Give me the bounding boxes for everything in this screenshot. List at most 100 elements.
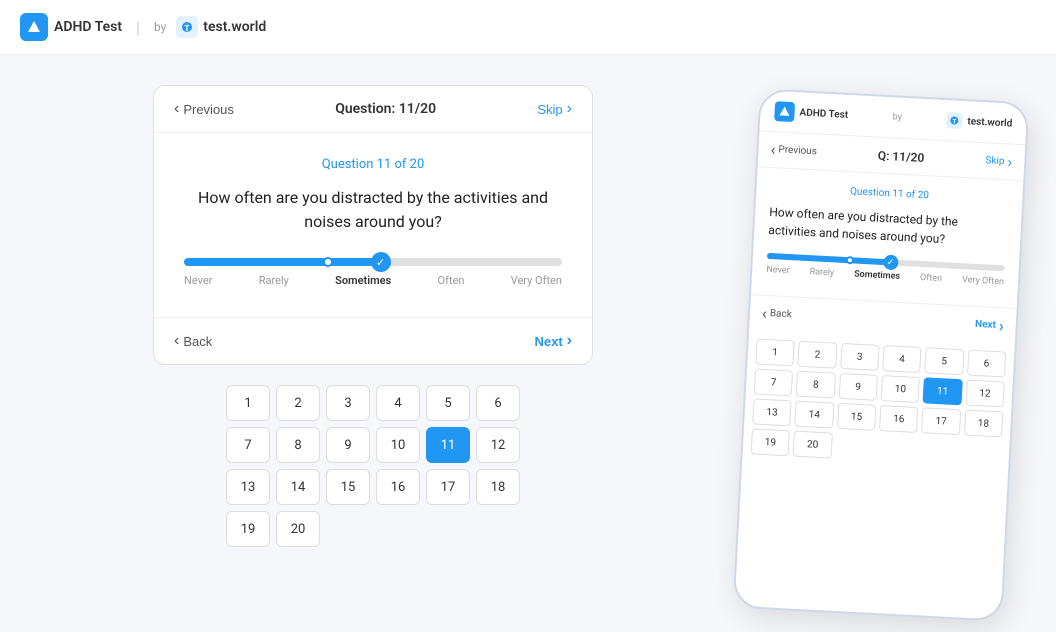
phone-slider-fill — [767, 253, 891, 265]
slider-dot — [323, 257, 333, 267]
phone-slider-very-often: Very Often — [962, 275, 1004, 287]
header-brand-name: test.world — [203, 19, 266, 35]
phone-back-button[interactable]: Back — [762, 304, 793, 325]
phone-number-cell-10[interactable]: 10 — [881, 375, 921, 403]
number-cell-17[interactable]: 17 — [426, 469, 470, 505]
phone-next-chevron-icon — [998, 316, 1004, 335]
phone-back-label: Back — [770, 308, 793, 320]
header-brand: T test.world — [176, 16, 266, 38]
phone-number-cell-12[interactable]: 12 — [965, 380, 1005, 408]
slider-fill — [184, 258, 381, 266]
slider-track[interactable]: ✓ — [184, 258, 562, 266]
number-cell-15[interactable]: 15 — [326, 469, 370, 505]
phone-slider-often: Often — [920, 273, 943, 284]
slider-label-often: Often — [438, 274, 465, 287]
phone-number-cell-6[interactable]: 6 — [967, 350, 1007, 378]
back-label: Back — [183, 334, 212, 349]
number-cell-10[interactable]: 10 — [376, 427, 420, 463]
phone-question-counter: Q: 11/20 — [878, 148, 925, 164]
phone-number-cell-15[interactable]: 15 — [837, 403, 877, 431]
header-divider: | — [136, 18, 140, 37]
slider-label-never: Never — [184, 274, 212, 287]
number-cell-7[interactable]: 7 — [226, 427, 270, 463]
phone-logo-icon — [774, 101, 795, 122]
phone-number-cell-4[interactable]: 4 — [882, 345, 922, 373]
number-cell-16[interactable]: 16 — [376, 469, 420, 505]
quiz-card-header: Previous Question: 11/20 Skip — [154, 86, 592, 133]
header: ADHD Test | by T test.world — [0, 0, 1056, 55]
phone-next-label: Next — [975, 319, 996, 331]
svg-text:T: T — [952, 118, 956, 125]
phone-brand-logo-icon: T — [946, 112, 963, 129]
previous-label: Previous — [183, 102, 234, 117]
phone-number-cell-8[interactable]: 8 — [796, 371, 836, 399]
number-cell-8[interactable]: 8 — [276, 427, 320, 463]
next-button[interactable]: Next — [534, 332, 572, 350]
number-cell-6[interactable]: 6 — [476, 385, 520, 421]
number-cell-3[interactable]: 3 — [326, 385, 370, 421]
phone-number-cell-20[interactable]: 20 — [793, 431, 833, 459]
phone-previous-button[interactable]: Previous — [770, 140, 817, 161]
phone-skip-chevron-icon — [1007, 152, 1013, 171]
phone-slider-check-icon: ✓ — [883, 254, 899, 270]
phone-prev-chevron-icon — [770, 140, 776, 159]
number-cell-19[interactable]: 19 — [226, 511, 270, 547]
phone-by-label: by — [892, 112, 902, 122]
quiz-card-body: Question 11 of 20 How often are you dist… — [154, 133, 592, 317]
number-cell-14[interactable]: 14 — [276, 469, 320, 505]
number-cell-18[interactable]: 18 — [476, 469, 520, 505]
phone-slider-never: Never — [766, 265, 790, 276]
number-cell-11[interactable]: 11 — [426, 427, 470, 463]
phone-number-cell-11[interactable]: 11 — [923, 377, 963, 405]
phone-number-cell-5[interactable]: 5 — [924, 347, 964, 375]
main-content: Previous Question: 11/20 Skip Question 1… — [0, 55, 1056, 632]
number-cell-4[interactable]: 4 — [376, 385, 420, 421]
back-chevron-left-icon — [174, 332, 179, 350]
phone-number-cell-1[interactable]: 1 — [755, 338, 795, 366]
phone-body: Question 11 of 20 How often are you dist… — [751, 167, 1023, 308]
phone-question-text: How often are you distracted by the acti… — [768, 203, 1008, 251]
number-cell-2[interactable]: 2 — [276, 385, 320, 421]
adhd-logo-icon — [20, 13, 48, 41]
svg-text:T: T — [185, 24, 190, 33]
back-button[interactable]: Back — [174, 332, 212, 350]
number-cell-9[interactable]: 9 — [326, 427, 370, 463]
skip-button[interactable]: Skip — [537, 100, 572, 118]
phone-number-cell-19[interactable]: 19 — [751, 428, 791, 456]
number-cell-1[interactable]: 1 — [226, 385, 270, 421]
number-cell-13[interactable]: 13 — [226, 469, 270, 505]
phone-brand-name: test.world — [967, 116, 1012, 129]
number-cell-20[interactable]: 20 — [276, 511, 320, 547]
number-cell-12[interactable]: 12 — [476, 427, 520, 463]
phone-number-cell-3[interactable]: 3 — [840, 343, 880, 371]
phone-number-cell-13[interactable]: 13 — [752, 398, 792, 426]
phone-number-cell-9[interactable]: 9 — [838, 373, 878, 401]
number-grid: 1234567891011121314151617181920 — [226, 385, 520, 547]
phone-skip-button[interactable]: Skip — [985, 151, 1013, 171]
phone-number-cell-14[interactable]: 14 — [794, 401, 834, 429]
slider-check-icon: ✓ — [371, 252, 391, 272]
next-chevron-right-icon — [567, 332, 572, 350]
phone-number-cell-17[interactable]: 17 — [921, 407, 961, 435]
phone-number-cell-2[interactable]: 2 — [798, 341, 838, 369]
phone-number-cell-18[interactable]: 18 — [964, 409, 1004, 437]
number-cell-5[interactable]: 5 — [426, 385, 470, 421]
phone-slider-sometimes: Sometimes — [854, 269, 900, 281]
phone-skip-label: Skip — [985, 155, 1005, 167]
phone-next-button[interactable]: Next — [975, 315, 1005, 335]
phone-app-name: ADHD Test — [799, 107, 848, 121]
phone-number-cell-7[interactable]: 7 — [754, 368, 794, 396]
chevron-right-icon — [567, 100, 572, 118]
question-progress: Question 11 of 20 — [184, 157, 562, 172]
chevron-left-icon — [174, 100, 179, 118]
slider-container[interactable]: ✓ Never Rarely Sometimes Often Very Ofte… — [184, 258, 562, 287]
phone-number-grid: 1234567891011121314151617181920 — [742, 338, 1014, 476]
phone-number-cell-16[interactable]: 16 — [879, 405, 919, 433]
header-by-label: by — [154, 20, 166, 34]
phone-mockup: ADHD Test by T test.world — [733, 88, 1030, 621]
skip-label: Skip — [537, 102, 562, 117]
previous-button[interactable]: Previous — [174, 100, 234, 118]
phone-prev-label: Previous — [778, 144, 817, 157]
question-counter: Question: 11/20 — [335, 101, 436, 117]
phone-slider-rarely: Rarely — [809, 267, 834, 278]
